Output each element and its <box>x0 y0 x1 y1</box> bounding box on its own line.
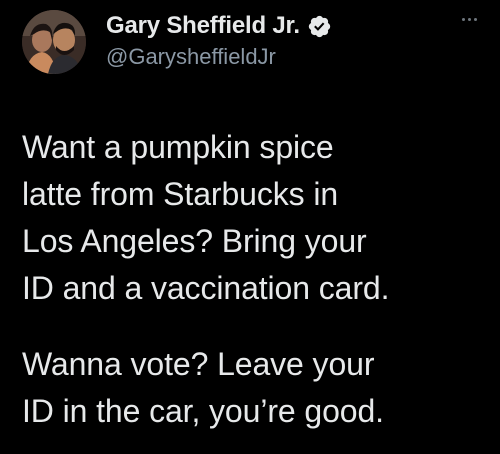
author-avatar[interactable] <box>22 10 86 74</box>
more-options-icon[interactable] <box>454 8 484 30</box>
tweet-text-line: latte from Starbucks in <box>22 176 339 212</box>
tweet-text-line: ID in the car, you’re good. <box>22 393 384 429</box>
dot <box>461 17 465 21</box>
tweet-text-line: Los Angeles? Bring your <box>22 223 367 259</box>
dot <box>467 17 471 21</box>
tweet-text-paragraph-1: Want a pumpkin spice latte from Starbuck… <box>22 124 492 312</box>
author-handle[interactable]: @GarysheffieldJr <box>106 44 276 70</box>
tweet-text-line: Wanna vote? Leave your <box>22 346 375 382</box>
tweet-text-paragraph-2: Wanna vote? Leave your ID in the car, yo… <box>22 341 492 435</box>
verified-badge-icon <box>307 14 332 39</box>
author-display-name[interactable]: Gary Sheffield Jr. <box>106 12 300 40</box>
tweet-card: Gary Sheffield Jr. @GarysheffieldJr Want… <box>0 0 500 454</box>
avatar-photo-icon <box>22 10 86 74</box>
author-name-row[interactable]: Gary Sheffield Jr. <box>106 12 332 40</box>
dot <box>473 17 477 21</box>
tweet-text-line: Want a pumpkin spice <box>22 129 334 165</box>
tweet-text-line: ID and a vaccination card. <box>22 270 390 306</box>
